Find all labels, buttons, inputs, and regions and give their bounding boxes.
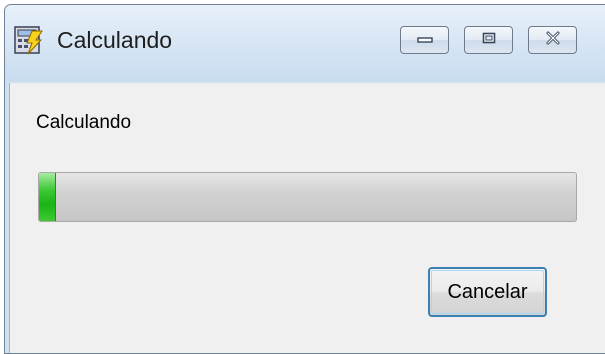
window-title: Calculando (57, 27, 173, 53)
minimize-icon (416, 31, 433, 49)
maximize-icon (482, 31, 496, 49)
maximize-button[interactable] (464, 26, 513, 54)
progress-fill (39, 173, 57, 221)
cancel-button[interactable]: Cancelar (428, 267, 547, 317)
progress-bar (38, 172, 577, 222)
title-bar[interactable]: Calculando (5, 5, 605, 81)
status-label: Calculando (36, 112, 132, 133)
calculator-lightning-icon[interactable] (13, 25, 43, 55)
minimize-button[interactable] (400, 26, 449, 54)
close-button[interactable] (528, 26, 577, 54)
close-icon (545, 31, 561, 50)
